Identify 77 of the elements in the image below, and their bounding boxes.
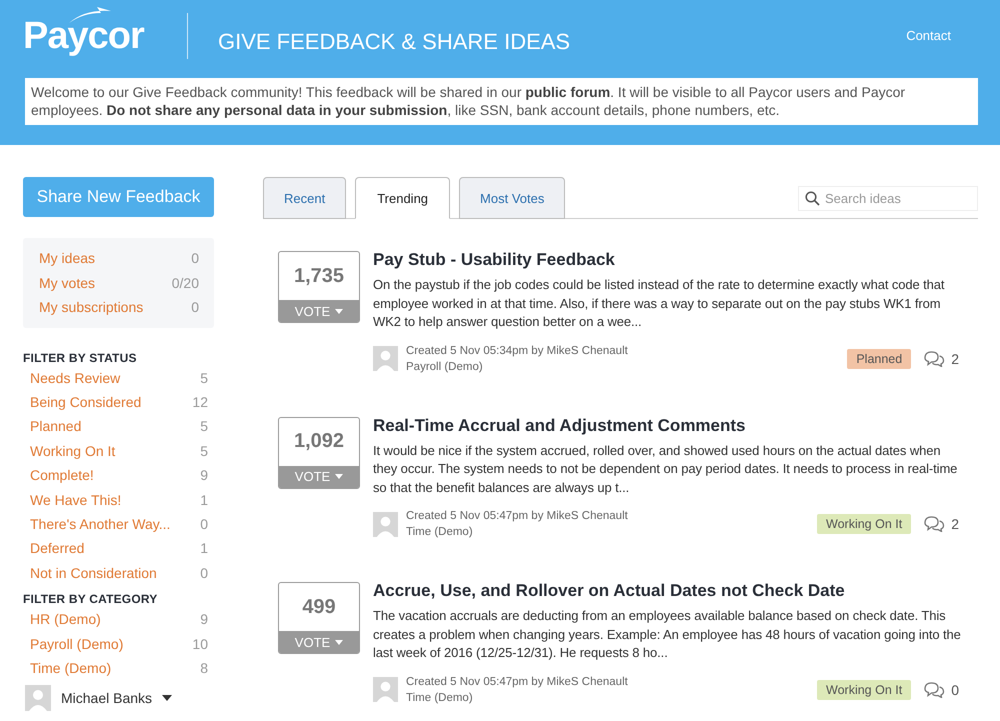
- comment-count: 0: [951, 682, 959, 698]
- count: 10: [192, 636, 208, 652]
- count: 5: [200, 442, 208, 459]
- vote-button[interactable]: VOTE: [279, 466, 359, 488]
- status-filter-link[interactable]: Complete!: [30, 467, 94, 484]
- count: 8: [200, 660, 208, 676]
- status-filter-link[interactable]: We Have This!: [30, 492, 122, 508]
- avatar-icon: [25, 685, 51, 712]
- status-tag: Working On It: [817, 514, 912, 534]
- caret-icon: [335, 308, 344, 314]
- vote-count: 1,092: [292, 429, 346, 454]
- status-filter-link[interactable]: Being Considered: [30, 394, 142, 410]
- count: 5: [200, 418, 208, 434]
- status-tag: Planned: [847, 348, 912, 368]
- share-feedback-button[interactable]: Share New Feedback: [23, 177, 214, 217]
- idea-title[interactable]: Real-Time Accrual and Adjustment Comments: [373, 416, 969, 436]
- category-filter-link[interactable]: Payroll (Demo): [30, 636, 124, 652]
- idea-description: It would be nice if the system accrued, rolled over, and showed used hours on the actual dates when they occur. The system needs to not be dependent on pay period dates. It needs to process in real-time so that the benefit balances are always up t...: [373, 442, 958, 497]
- category-filter-link[interactable]: HR (Demo): [30, 611, 101, 628]
- user-menu[interactable]: Michael Banks: [61, 690, 152, 706]
- avatar-icon: [373, 346, 398, 371]
- status-filter-link[interactable]: There's Another Way...: [30, 516, 170, 532]
- idea-category: Time (Demo): [406, 525, 474, 540]
- avatar-icon: [373, 677, 398, 702]
- comment-count: 2: [951, 516, 959, 532]
- count: 12: [192, 394, 208, 410]
- notice-text: Welcome to our Give Feedback community! This feedback will be shared in our public forum. It will be visible to all Paycor users and Paycor employees. Do not share any personal data in your submission, like SSN, bank account details, phone numbers, etc.: [25, 78, 978, 125]
- tab[interactable]: Trending: [355, 177, 450, 219]
- page-title: GIVE FEEDBACK & SHARE IDEAS: [218, 29, 570, 55]
- caret-icon: [335, 474, 344, 479]
- count: 1: [200, 540, 208, 556]
- count: 0: [191, 250, 199, 266]
- status-tag: Working On It: [817, 680, 912, 700]
- count: 9: [200, 611, 208, 628]
- logo[interactable]: Paycor: [23, 14, 144, 56]
- my-link[interactable]: My votes: [39, 274, 96, 291]
- my-link[interactable]: My subscriptions: [39, 299, 144, 316]
- comment-count: 2: [951, 350, 959, 366]
- count: 0: [200, 564, 208, 581]
- count: 0/20: [172, 274, 199, 291]
- comments-icon: [923, 350, 946, 366]
- vote-count: 499: [301, 594, 337, 620]
- caret-icon: [335, 640, 344, 644]
- filter-heading: FILTER BY STATUS: [23, 350, 138, 364]
- status-filter-link[interactable]: Working On It: [30, 442, 116, 459]
- count: 0: [200, 516, 208, 532]
- vote-button[interactable]: VOTE: [279, 300, 359, 322]
- filter-heading: FILTER BY CATEGORY: [23, 592, 158, 606]
- status-filter-link[interactable]: Needs Review: [30, 370, 120, 386]
- count: 5: [200, 370, 208, 386]
- count: 0: [191, 299, 199, 316]
- comments-icon: [923, 682, 946, 698]
- created-info: Created 5 Nov 05:47pm by MikeS Chenault: [406, 509, 628, 524]
- idea-category: Payroll (Demo): [406, 360, 484, 374]
- tab[interactable]: Recent: [263, 177, 346, 219]
- contact-link[interactable]: Contact: [906, 28, 951, 42]
- created-info: Created 5 Nov 05:34pm by MikeS Chenault: [406, 344, 628, 358]
- tab[interactable]: Most Votes: [459, 177, 566, 219]
- idea-category: Time (Demo): [406, 690, 474, 706]
- created-info: Created 5 Nov 05:47pm by MikeS Chenault: [406, 674, 628, 690]
- search-field[interactable]: Search ideas: [798, 186, 978, 211]
- my-link[interactable]: My ideas: [39, 250, 96, 266]
- caret-icon[interactable]: [162, 695, 172, 702]
- category-filter-link[interactable]: Time (Demo): [30, 660, 112, 676]
- avatar-icon: [373, 512, 398, 536]
- vote-count: 1,735: [292, 264, 346, 288]
- vote-button[interactable]: VOTE: [279, 631, 359, 653]
- count: 9: [200, 467, 208, 484]
- status-filter-link[interactable]: Not in Consideration: [30, 564, 157, 581]
- comments-icon: [923, 516, 946, 532]
- idea-title[interactable]: Pay Stub - Usability Feedback: [373, 250, 969, 270]
- idea-description: On the paystub if the job codes could be listed instead of the rate to determine exactly what code that employee worked in at that time. Also, if there was a way to separate out on the pay stubs WK1 from WK2 to help answer question better on a wee...: [373, 276, 946, 331]
- status-filter-link[interactable]: Deferred: [30, 540, 84, 556]
- idea-description: The vacation accruals are deducting from an employees available balance based on check date. This creates a problem when changing years. Example: An employee has 48 hours of vacation going into the last week of 2016 (12/25-12/31). He requests 8 ho...: [373, 607, 962, 662]
- idea-title[interactable]: Accrue, Use, and Rollover on Actual Dates not Check Date: [373, 581, 969, 601]
- count: 1: [200, 492, 208, 508]
- status-filter-link[interactable]: Planned: [30, 418, 82, 434]
